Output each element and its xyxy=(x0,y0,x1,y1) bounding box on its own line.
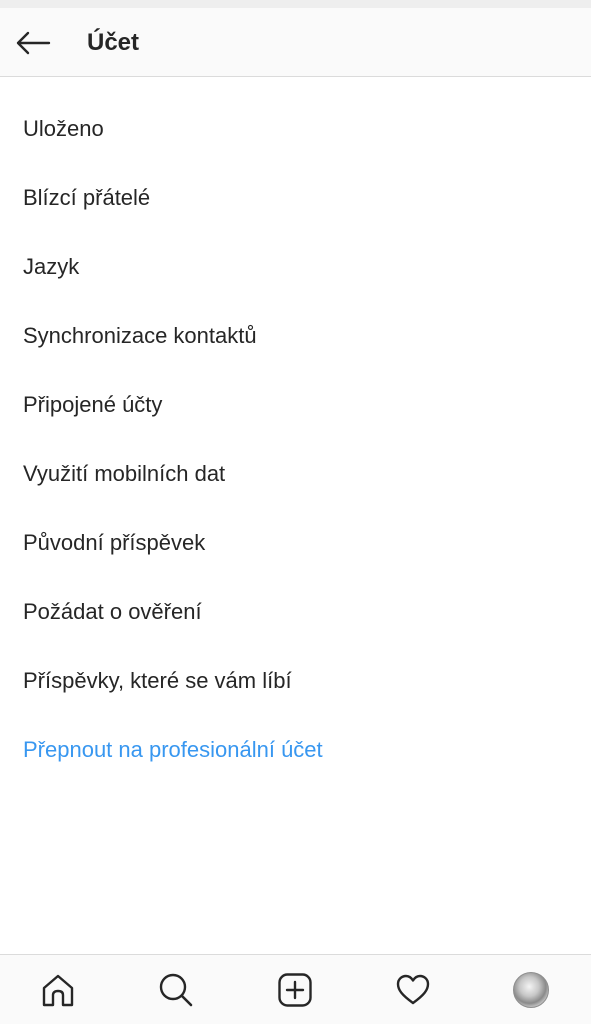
home-icon xyxy=(42,974,74,1007)
menu-item-linked-accounts[interactable]: Připojené účty xyxy=(0,370,591,439)
arrow-left-icon xyxy=(16,31,51,55)
nav-home-button[interactable] xyxy=(35,967,81,1013)
header-bar: Účet xyxy=(0,8,591,77)
nav-profile-button[interactable] xyxy=(508,967,554,1013)
menu-item-mobile-data[interactable]: Využití mobilních dat xyxy=(0,439,591,508)
page-title: Účet xyxy=(87,29,140,56)
avatar xyxy=(513,972,549,1008)
heart-icon xyxy=(396,974,430,1005)
menu-item-liked-posts[interactable]: Příspěvky, které se vám líbí xyxy=(0,646,591,715)
nav-new-post-button[interactable] xyxy=(272,967,318,1013)
add-post-icon xyxy=(278,973,312,1007)
nav-search-button[interactable] xyxy=(153,967,199,1013)
menu-item-saved[interactable]: Uloženo xyxy=(0,94,591,163)
account-settings-screen: Účet Uloženo Blízcí přátelé Jazyk Synchr… xyxy=(0,0,591,1024)
search-icon xyxy=(159,973,193,1007)
nav-activity-button[interactable] xyxy=(390,967,436,1013)
back-button[interactable] xyxy=(10,20,56,66)
menu-item-request-verification[interactable]: Požádat o ověření xyxy=(0,577,591,646)
menu-item-original-posts[interactable]: Původní příspěvek xyxy=(0,508,591,577)
status-bar xyxy=(0,0,591,8)
menu-item-close-friends[interactable]: Blízcí přátelé xyxy=(0,163,591,232)
menu-item-contacts-sync[interactable]: Synchronizace kontaktů xyxy=(0,301,591,370)
menu-item-language[interactable]: Jazyk xyxy=(0,232,591,301)
settings-menu: Uloženo Blízcí přátelé Jazyk Synchroniza… xyxy=(0,94,591,784)
menu-item-switch-professional[interactable]: Přepnout na profesionální účet xyxy=(0,715,591,784)
bottom-navigation xyxy=(0,954,591,1024)
